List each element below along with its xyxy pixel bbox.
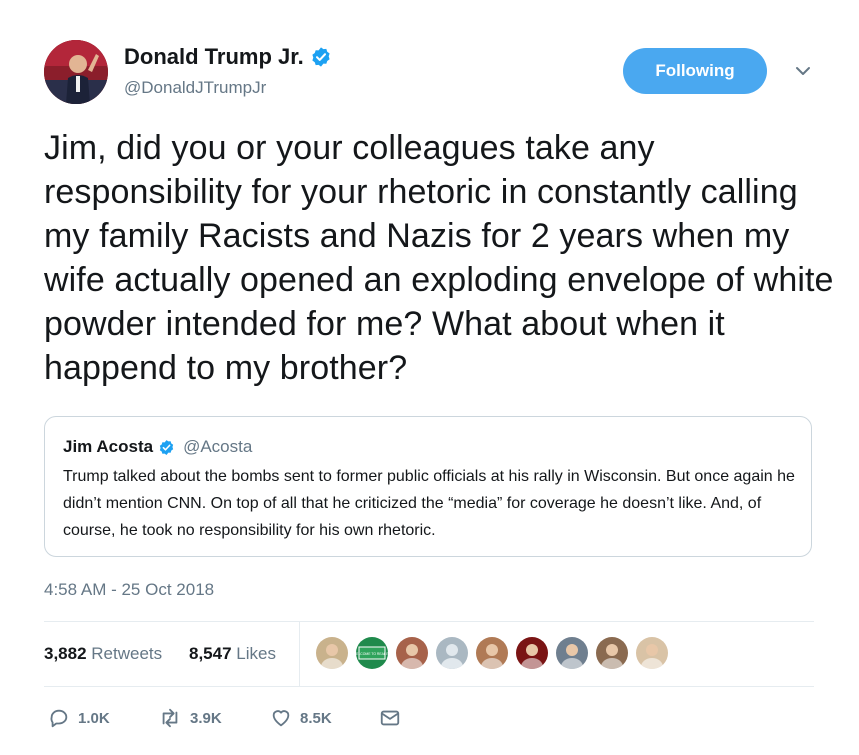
avatar-group-icon[interactable] bbox=[556, 637, 588, 669]
reply-button[interactable]: 1.0K bbox=[48, 707, 110, 729]
likes-label: Likes bbox=[236, 644, 276, 663]
likers-avatars: WELCOME TO REALITY bbox=[316, 637, 676, 669]
tweet-actions: 1.0K 3.9K 8.5K bbox=[44, 700, 814, 740]
likes-stat[interactable]: 8,547 Likes bbox=[189, 644, 276, 664]
quoted-tweet-text: Trump talked about the bombs sent to for… bbox=[63, 468, 795, 539]
author-avatar-image bbox=[44, 40, 108, 104]
author-display-name[interactable]: Donald Trump Jr. bbox=[124, 44, 304, 70]
quoted-author-name: Jim Acosta bbox=[63, 437, 154, 456]
stats-bottom-divider bbox=[44, 686, 814, 687]
likes-count: 8,547 bbox=[189, 644, 232, 663]
author-handle[interactable]: @DonaldJTrumpJr bbox=[124, 78, 266, 98]
avatar-welcome-to-reality-icon[interactable]: WELCOME TO REALITY bbox=[356, 637, 388, 669]
avatar-default-icon[interactable] bbox=[436, 637, 468, 669]
quoted-tweet[interactable]: Jim Acosta @Acosta Trump talked about th… bbox=[44, 416, 812, 557]
avatar-couple-icon[interactable] bbox=[476, 637, 508, 669]
svg-text:WELCOME TO REALITY: WELCOME TO REALITY bbox=[356, 652, 388, 656]
avatar-woman-icon[interactable] bbox=[636, 637, 668, 669]
direct-message-button[interactable] bbox=[379, 707, 409, 729]
retweets-count: 3,882 bbox=[44, 644, 87, 663]
heart-icon bbox=[272, 710, 290, 727]
tweet-text: Jim, did you or your colleagues take any… bbox=[44, 129, 834, 387]
retweet-icon bbox=[162, 708, 178, 728]
chevron-down-icon[interactable] bbox=[793, 64, 813, 78]
retweets-stat[interactable]: 3,882 Retweets bbox=[44, 644, 162, 664]
following-button[interactable]: Following bbox=[623, 48, 767, 94]
reply-count: 1.0K bbox=[78, 709, 110, 727]
author-avatar[interactable] bbox=[44, 40, 108, 104]
like-count: 8.5K bbox=[300, 709, 332, 727]
reply-icon bbox=[50, 709, 68, 728]
quoted-tweet-header: Jim Acosta @Acosta bbox=[63, 437, 252, 457]
author-name-row: Donald Trump Jr. bbox=[124, 44, 332, 70]
quoted-verified-badge-icon bbox=[159, 439, 174, 455]
verified-badge-icon bbox=[312, 47, 330, 67]
stats-separator bbox=[299, 622, 300, 686]
avatar-blonde-icon[interactable] bbox=[316, 637, 348, 669]
retweet-count: 3.9K bbox=[190, 709, 222, 727]
like-button[interactable]: 8.5K bbox=[270, 707, 332, 729]
quoted-author-handle: @Acosta bbox=[183, 437, 253, 456]
retweets-label: Retweets bbox=[91, 644, 163, 663]
retweet-button[interactable]: 3.9K bbox=[158, 707, 222, 729]
tweet-stats: 3,882 Retweets 8,547 Likes WELCOME TO RE… bbox=[44, 622, 814, 686]
tweet-timestamp[interactable]: 4:58 AM - 25 Oct 2018 bbox=[44, 580, 214, 600]
avatar-couple-2-icon[interactable] bbox=[596, 637, 628, 669]
avatar-man-icon[interactable] bbox=[396, 637, 428, 669]
avatar-red-lion-icon[interactable] bbox=[516, 637, 548, 669]
tweet-header: Donald Trump Jr. @DonaldJTrumpJr Followi… bbox=[0, 0, 859, 110]
envelope-icon bbox=[380, 710, 400, 726]
